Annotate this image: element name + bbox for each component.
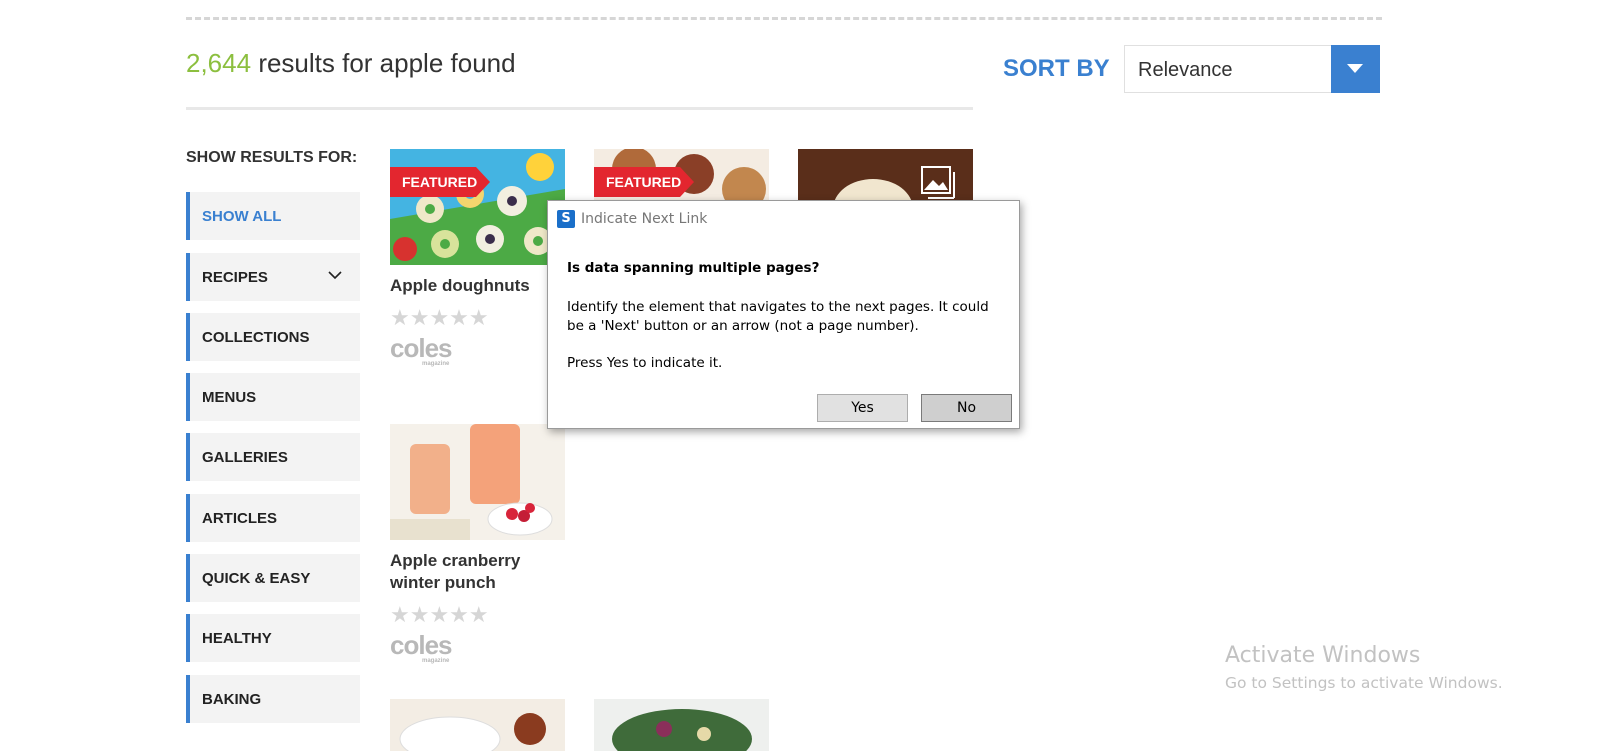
featured-badge: FEATURED (594, 167, 694, 197)
heading-rule (186, 107, 973, 110)
results-text: results for apple found (258, 48, 516, 78)
sidebar-item-articles[interactable]: ARTICLES (186, 494, 360, 542)
star-rating: ★★★★★ (390, 305, 489, 330)
sidebar-item-menus[interactable]: MENUS (186, 373, 360, 421)
indicate-next-link-dialog: S Indicate Next Link Is data spanning mu… (547, 200, 1020, 429)
doughnuts-photo (390, 149, 565, 265)
results-count: 2,644 (186, 48, 252, 78)
sidebar-item-collections[interactable]: COLLECTIONS (186, 313, 360, 361)
recipe-title[interactable]: Apple cranberry winter punch (390, 550, 565, 594)
sort-by-label: SORT BY (1003, 55, 1110, 82)
star-rating: ★★★★★ (390, 602, 489, 627)
activate-windows-watermark: Activate Windows Go to Settings to activ… (1225, 643, 1503, 692)
punch-photo (390, 424, 565, 540)
sidebar-item-healthy[interactable]: HEALTHY (186, 614, 360, 662)
sidebar-item-show-all[interactable]: SHOW ALL (186, 192, 360, 240)
sidebar-item-label: RECIPES (202, 269, 268, 286)
dialog-title: Indicate Next Link (581, 211, 708, 227)
recipe-card[interactable]: FEATURED Apple doughnuts ★★★★★ coles mag… (390, 149, 565, 367)
sort-value: Relevance (1138, 59, 1233, 81)
sidebar-item-label: MENUS (202, 389, 257, 406)
tea-photo (390, 699, 565, 751)
sidebar-item-label: HEALTHY (202, 630, 272, 647)
salad-photo (594, 699, 769, 751)
sidebar-item-label: QUICK & EASY (202, 570, 311, 587)
recipe-image[interactable]: FEATURED (390, 149, 565, 265)
no-button[interactable]: No (921, 394, 1012, 422)
watermark-subtitle: Go to Settings to activate Windows. (1225, 674, 1503, 692)
recipe-card[interactable] (390, 699, 565, 751)
recipe-image[interactable] (594, 699, 769, 751)
caret-down-icon (1347, 64, 1363, 73)
results-heading: 2,644 results for apple found (186, 48, 516, 79)
recipe-image[interactable] (390, 424, 565, 540)
yes-button[interactable]: Yes (817, 394, 908, 422)
sidebar-item-galleries[interactable]: GALLERIES (186, 433, 360, 481)
sort-select[interactable]: Relevance (1124, 45, 1380, 93)
brand-subtitle: magazine (422, 658, 450, 664)
dialog-body: Identify the element that navigates to t… (567, 299, 989, 334)
brand-logo: coles magazine (390, 335, 565, 367)
dialog-instruction: Press Yes to indicate it. (567, 355, 723, 371)
dialog-question: Is data spanning multiple pages? (567, 260, 820, 276)
brand-subtitle: magazine (422, 361, 450, 367)
brand-name: coles (390, 630, 452, 660)
featured-badge: FEATURED (390, 167, 490, 197)
gallery-icon (921, 166, 955, 199)
recipe-card[interactable]: Apple cranberry winter punch ★★★★★ coles… (390, 424, 565, 664)
sidebar-item-label: COLLECTIONS (202, 329, 310, 346)
recipe-image[interactable] (390, 699, 565, 751)
sidebar-item-label: ARTICLES (202, 510, 277, 527)
recipe-title[interactable]: Apple doughnuts (390, 275, 565, 297)
top-divider (186, 17, 1382, 20)
chevron-down-icon (328, 271, 342, 280)
sidebar-item-label: SHOW ALL (202, 208, 282, 225)
watermark-title: Activate Windows (1225, 643, 1421, 668)
sidebar-item-label: GALLERIES (202, 449, 288, 466)
sort-dropdown-button[interactable] (1331, 45, 1380, 93)
app-logo-icon: S (557, 210, 575, 228)
filter-heading: SHOW RESULTS FOR: (186, 149, 358, 166)
sidebar-item-label: BAKING (202, 691, 262, 708)
sidebar-item-baking[interactable]: BAKING (186, 675, 360, 723)
sidebar-item-quick-easy[interactable]: QUICK & EASY (186, 554, 360, 602)
brand-name: coles (390, 333, 452, 363)
brand-logo: coles magazine (390, 632, 565, 664)
sidebar-item-recipes[interactable]: RECIPES (186, 253, 360, 301)
recipe-card[interactable] (594, 699, 769, 751)
